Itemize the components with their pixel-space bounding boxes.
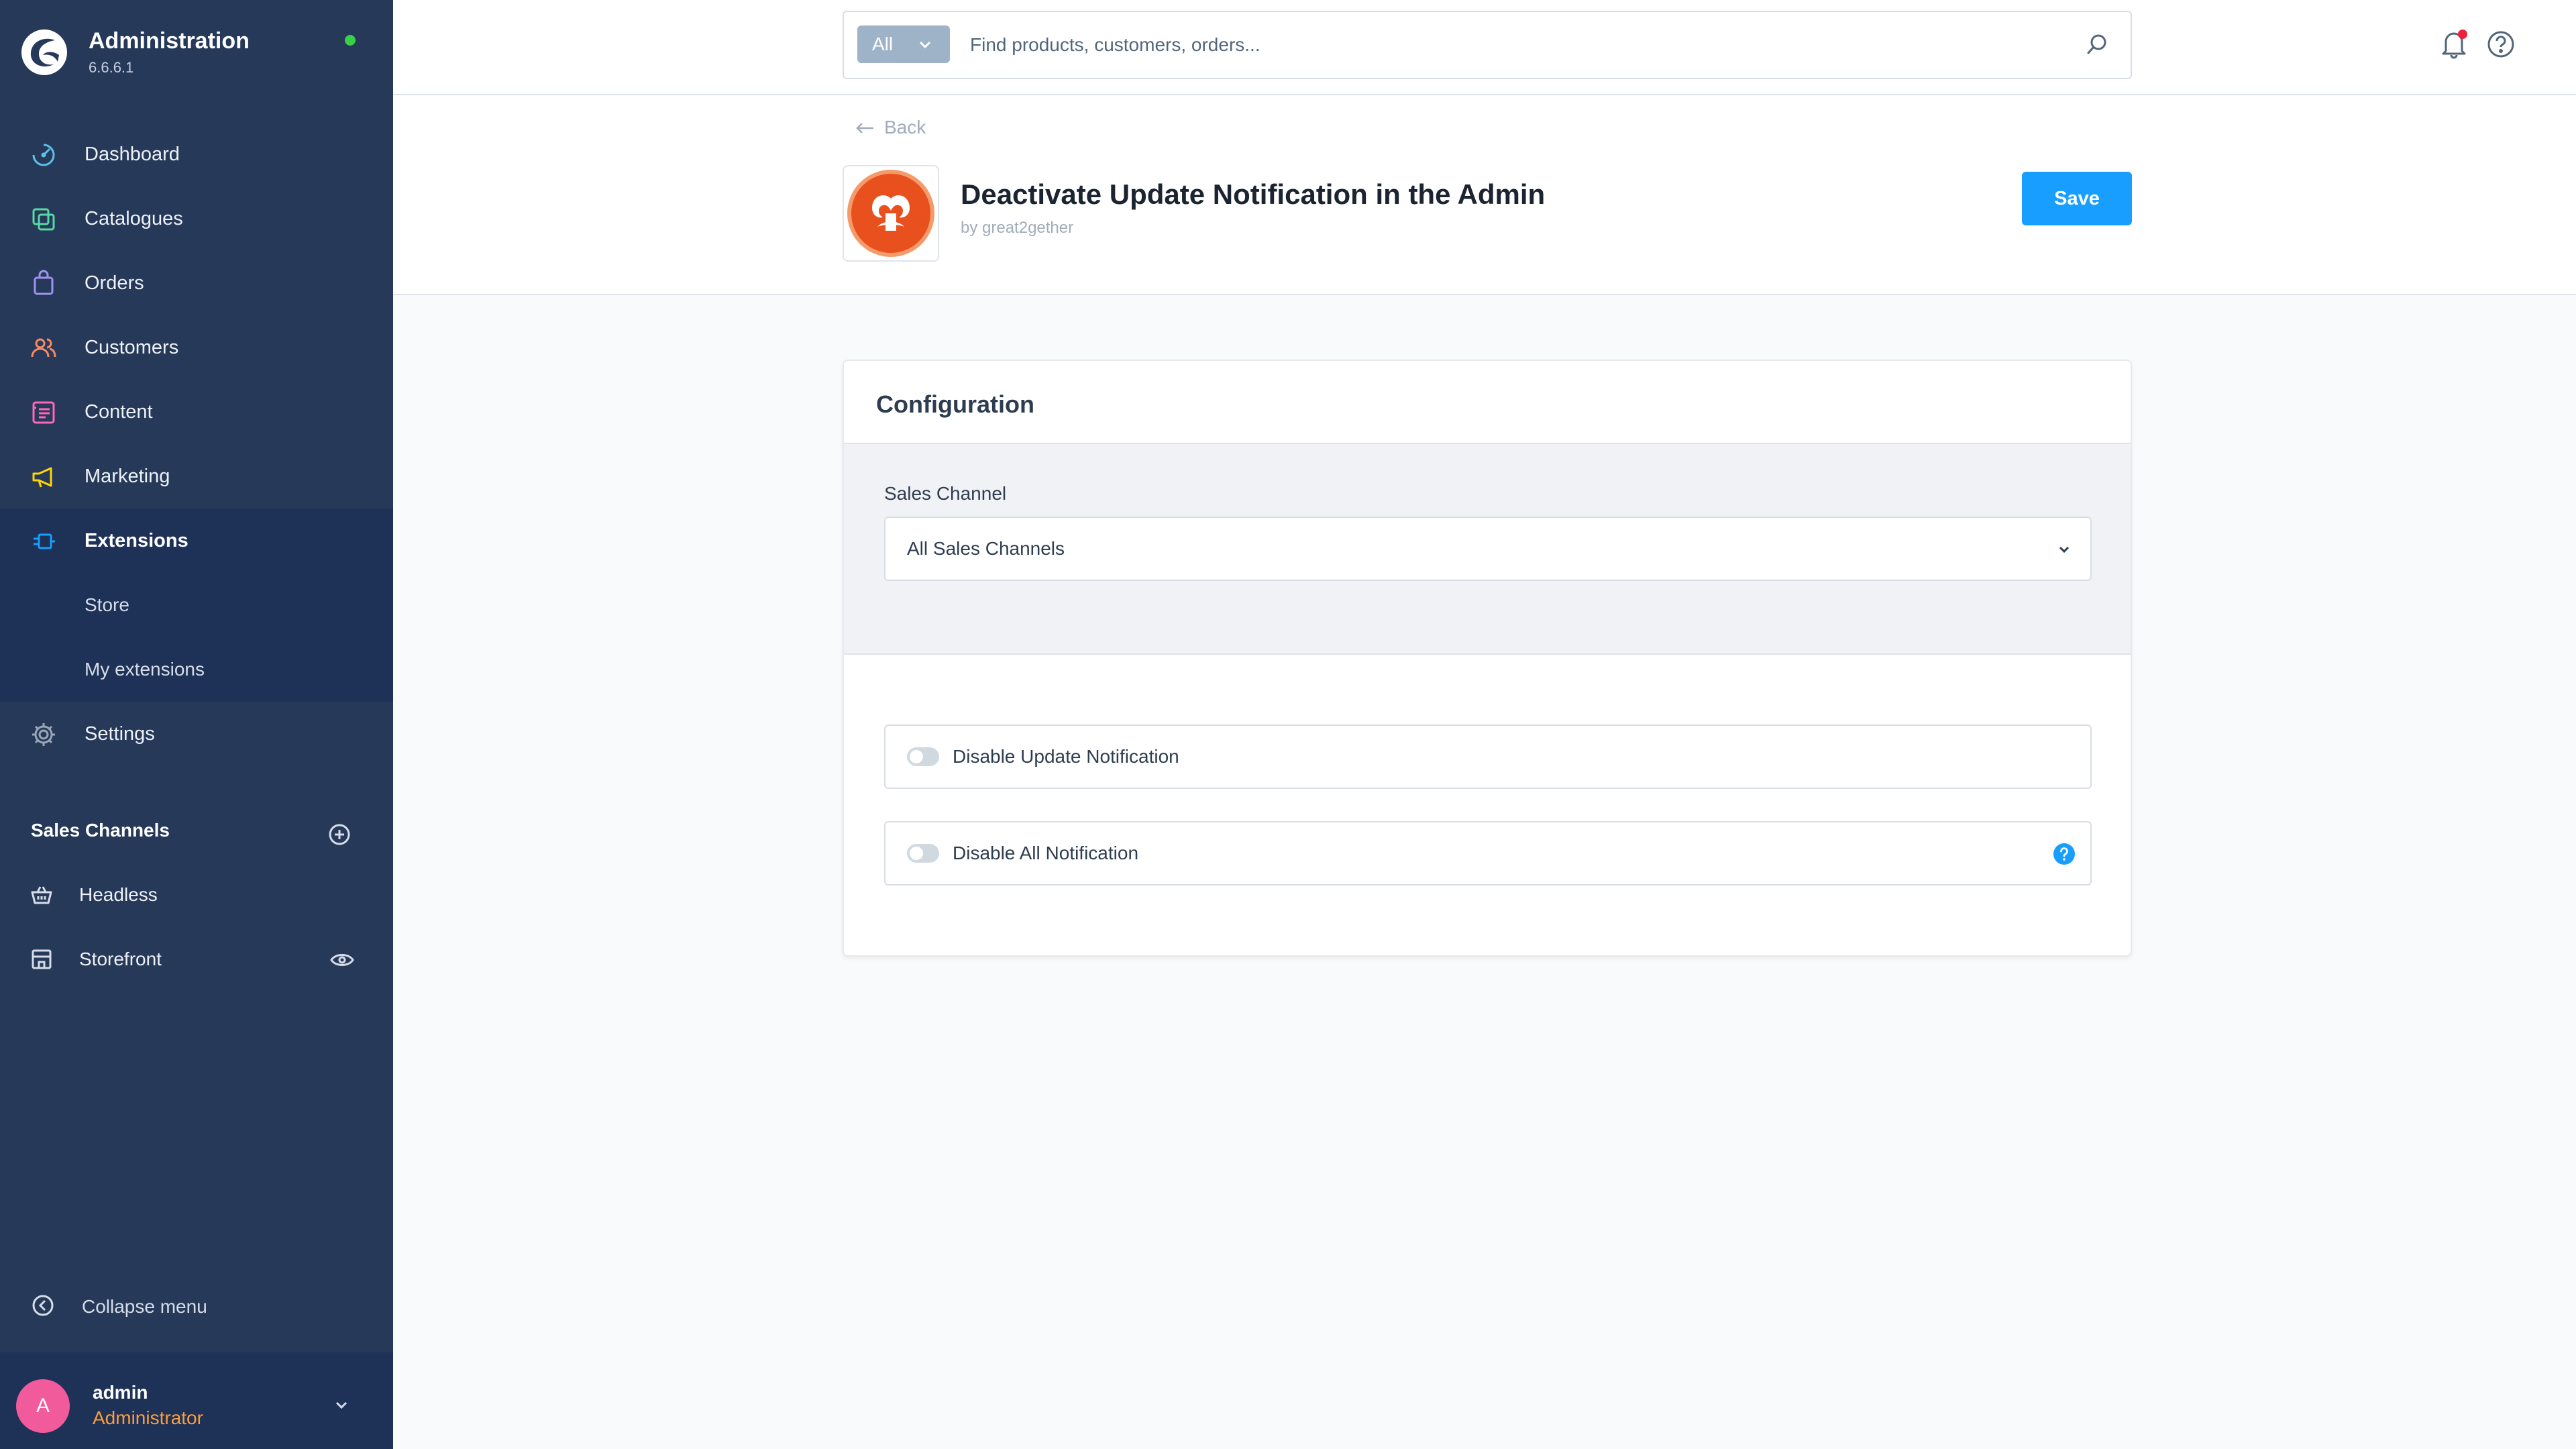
configuration-card: Configuration Sales Channel All Sales Ch…: [843, 360, 2132, 957]
user-role: Administrator: [93, 1407, 203, 1428]
main-nav: Dashboard Catalogues Orders Customers Co…: [0, 122, 393, 766]
dashboard-icon: [32, 144, 55, 166]
app-root: Administration 6.6.6.1 Dashboard Catalog…: [0, 0, 2576, 1449]
disable-all-notification-field: Disable All Notification: [884, 821, 2092, 885]
sidebar-item-customers[interactable]: Customers: [0, 315, 393, 380]
sidebar-item-label: Settings: [85, 722, 155, 745]
arrow-left-icon: [856, 123, 873, 133]
great2gether-logo-icon: [847, 170, 934, 257]
orders-icon: [34, 270, 54, 295]
page-header: Back Deactivate Update Notification in t…: [393, 95, 2576, 295]
sidebar-subitem-my-extensions[interactable]: My extensions: [0, 637, 393, 702]
sidebar-item-marketing[interactable]: Marketing: [0, 444, 393, 508]
sidebar-item-content[interactable]: Content: [0, 380, 393, 444]
notification-badge: [2458, 30, 2467, 39]
disable-update-notification-toggle[interactable]: [907, 747, 939, 766]
extensions-icon: [34, 533, 55, 549]
collapse-menu-label: Collapse menu: [82, 1296, 207, 1317]
extension-author: by great2gether: [961, 219, 1074, 237]
sales-channel-headless[interactable]: Headless: [0, 865, 393, 926]
switch-label: Disable Update Notification: [953, 746, 1179, 767]
global-search: All: [843, 11, 2132, 79]
switch-label: Disable All Notification: [953, 843, 1139, 863]
sidebar-item-extensions[interactable]: Extensions: [0, 508, 393, 573]
sidebar-subitem-store[interactable]: Store: [0, 573, 393, 637]
app-title: Administration: [89, 28, 250, 54]
sidebar-item-dashboard[interactable]: Dashboard: [0, 122, 393, 186]
sales-channel-label: Storefront: [79, 949, 162, 969]
chevron-down-icon: [2059, 546, 2070, 553]
sidebar-item-settings[interactable]: Settings: [0, 702, 393, 766]
sales-channel-value: All Sales Channels: [907, 538, 1065, 559]
sidebar-item-label: Content: [85, 400, 153, 423]
sales-channel-section: Sales Channel All Sales Channels: [844, 443, 2131, 655]
avatar: A: [16, 1379, 70, 1433]
sidebar-item-catalogues[interactable]: Catalogues: [0, 186, 393, 251]
extensions-group: Extensions Store My extensions: [0, 508, 393, 702]
basket-icon: [31, 886, 52, 904]
help-info-icon[interactable]: [2053, 843, 2076, 865]
user-menu[interactable]: A admin Administrator: [0, 1352, 393, 1449]
sidebar-item-label: Catalogues: [85, 207, 183, 229]
sidebar-item-label: Customers: [85, 336, 179, 358]
settings-icon: [32, 723, 55, 746]
user-name: admin: [93, 1382, 148, 1403]
sales-channel-storefront[interactable]: Storefront: [0, 930, 393, 990]
catalogue-icon: [32, 208, 55, 231]
sidebar-item-label: Orders: [85, 272, 144, 294]
sidebar-item-label: Extensions: [85, 529, 189, 551]
disable-all-notification-toggle[interactable]: [907, 844, 939, 863]
page-title: Deactivate Update Notification in the Ad…: [961, 178, 1546, 210]
search-type-label: All: [872, 34, 894, 54]
brand[interactable]: Administration 6.6.6.1: [20, 25, 369, 79]
back-label: Back: [884, 117, 926, 138]
chevron-left-circle-icon: [32, 1295, 54, 1316]
sidebar-subitem-label: Store: [85, 594, 129, 615]
storefront-icon: [32, 949, 52, 969]
search-type-dropdown[interactable]: All: [857, 25, 950, 63]
topbar: All: [393, 0, 2576, 95]
card-title: Configuration: [876, 390, 1034, 418]
shopware-logo-icon: [21, 30, 67, 75]
search-icon[interactable]: [2085, 32, 2109, 56]
search-input[interactable]: [969, 24, 2031, 66]
marketing-icon: [32, 467, 52, 488]
sidebar-item-label: Dashboard: [85, 143, 180, 165]
sales-channel-label: Headless: [79, 884, 158, 905]
chevron-down-icon: [335, 1401, 347, 1409]
sidebar-subitem-label: My extensions: [85, 659, 205, 680]
toggle-knob: [910, 750, 923, 763]
app-version: 6.6.6.1: [89, 59, 134, 76]
sales-channels-header: Sales Channels: [31, 820, 170, 841]
collapse-menu-button[interactable]: Collapse menu: [0, 1281, 393, 1335]
sales-channel-select[interactable]: All Sales Channels: [884, 517, 2092, 581]
disable-update-notification-field: Disable Update Notification: [884, 724, 2092, 789]
content-icon: [32, 401, 55, 424]
extension-logo: [843, 165, 939, 262]
toggle-knob: [910, 847, 923, 860]
status-indicator: [345, 35, 356, 46]
sidebar-item-orders[interactable]: Orders: [0, 251, 393, 315]
chevron-down-icon: [919, 41, 931, 49]
help-icon[interactable]: [2486, 30, 2516, 59]
sidebar: Administration 6.6.6.1 Dashboard Catalog…: [0, 0, 393, 1449]
eye-icon[interactable]: [330, 950, 354, 970]
customers-icon: [31, 338, 56, 358]
sidebar-item-label: Marketing: [85, 465, 170, 487]
add-sales-channel-icon[interactable]: [327, 822, 352, 847]
save-button[interactable]: Save: [2022, 172, 2132, 225]
sales-channel-label: Sales Channel: [884, 483, 1007, 504]
